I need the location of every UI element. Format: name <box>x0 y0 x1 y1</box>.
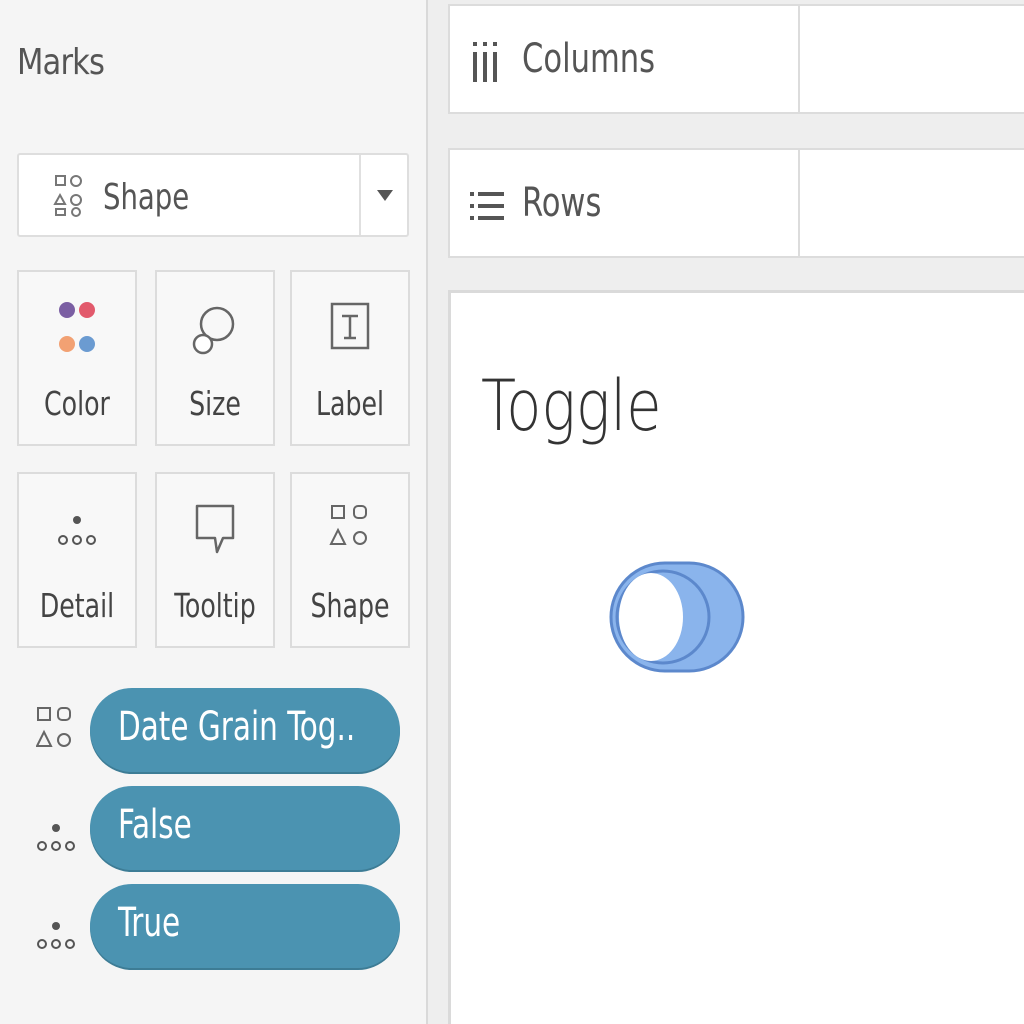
mark-type-label: Shape <box>103 177 190 218</box>
label-card-label: Label <box>315 384 385 423</box>
columns-shelf-header: Columns <box>450 6 800 112</box>
mark-type-dropdown[interactable]: Shape <box>17 153 409 237</box>
shape-icon <box>53 173 85 221</box>
field-pill-label: True <box>118 900 181 946</box>
size-icon <box>157 296 273 360</box>
detail-icon <box>36 802 80 866</box>
detail-card-label: Detail <box>39 586 115 625</box>
field-pill[interactable]: False <box>90 786 400 870</box>
rows-icon <box>470 186 504 230</box>
sheet-title: Toggle <box>481 365 662 447</box>
field-pill-label: Date Grain Tog.. <box>118 704 356 750</box>
tooltip-card[interactable]: Tooltip <box>155 472 275 648</box>
columns-shelf-label: Columns <box>522 36 656 82</box>
field-pill[interactable]: Date Grain Tog.. <box>90 688 400 772</box>
chevron-down-icon[interactable] <box>376 187 394 206</box>
columns-shelf[interactable]: Columns <box>448 4 1024 114</box>
size-card-label: Size <box>189 384 241 423</box>
color-icon <box>19 296 135 360</box>
dropdown-divider <box>359 155 361 235</box>
detail-icon <box>36 900 80 964</box>
field-pill[interactable]: True <box>90 884 400 968</box>
detail-card[interactable]: Detail <box>17 472 137 648</box>
color-card[interactable]: Color <box>17 270 137 446</box>
columns-icon <box>470 42 500 86</box>
toggle-switch[interactable] <box>609 561 745 677</box>
view-canvas: Toggle <box>448 290 1024 1024</box>
color-card-label: Color <box>44 384 110 423</box>
rows-shelf-header: Rows <box>450 150 800 256</box>
tooltip-icon <box>157 498 273 562</box>
label-card[interactable]: Label <box>290 270 410 446</box>
rows-shelf[interactable]: Rows <box>448 148 1024 258</box>
shape-icon <box>35 704 80 768</box>
rows-shelf-label: Rows <box>522 180 602 226</box>
marks-title: Marks <box>17 42 105 83</box>
size-card[interactable]: Size <box>155 270 275 446</box>
shape-card[interactable]: Shape <box>290 472 410 648</box>
field-pill-label: False <box>118 802 192 848</box>
tooltip-card-label: Tooltip <box>174 586 256 625</box>
shape-icon <box>292 498 408 562</box>
marks-panel: Marks Shape Color Size Label Detail Tool… <box>0 0 428 1024</box>
shape-card-label: Shape <box>310 586 390 625</box>
label-icon <box>292 296 408 360</box>
detail-icon <box>19 498 135 562</box>
